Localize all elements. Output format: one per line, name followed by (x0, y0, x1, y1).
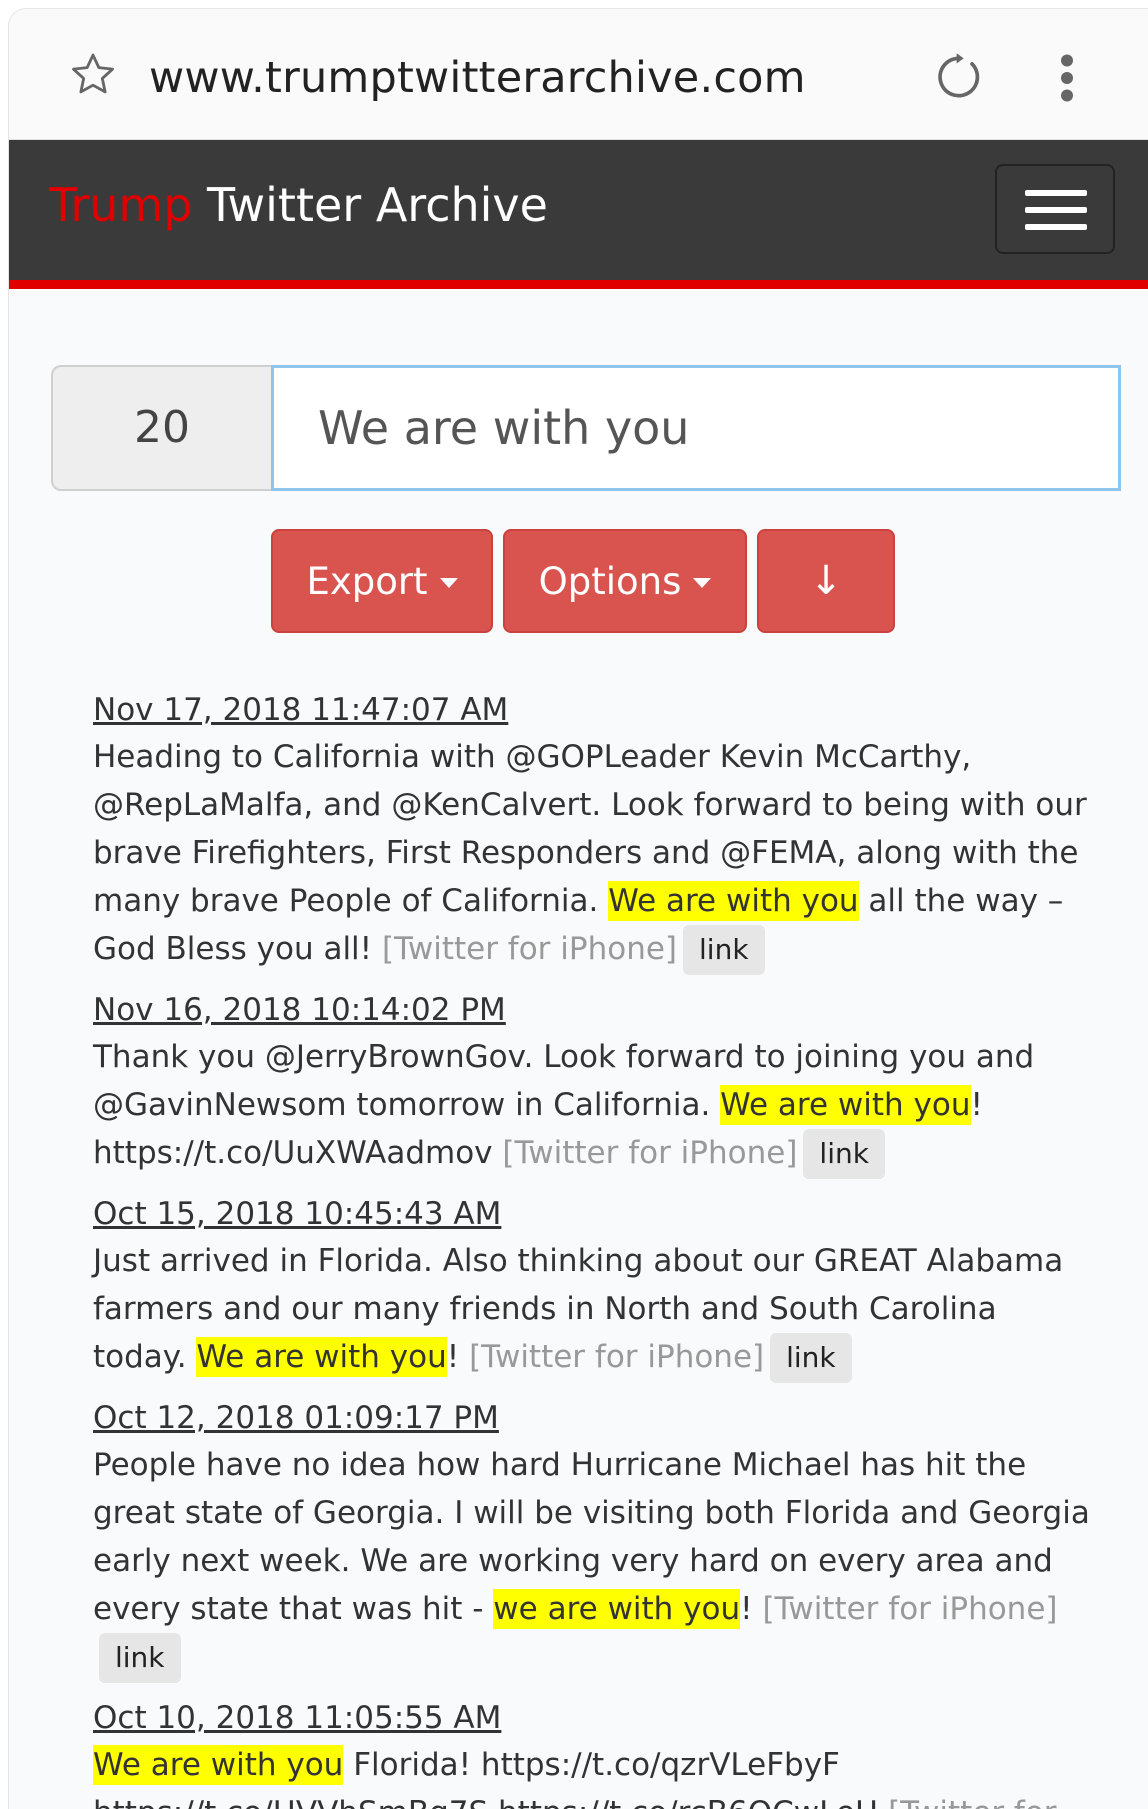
tweet-link-button[interactable]: link (99, 1633, 181, 1683)
tweet-source: [Twitter for iPhone] (381, 931, 678, 967)
caret-down-icon (693, 578, 712, 588)
site-navbar: Trump Twitter Archive (9, 140, 1148, 289)
tweet-text-after: ! (446, 1339, 470, 1375)
hamburger-icon[interactable] (995, 164, 1115, 254)
sort-button[interactable]: ↓ (757, 529, 895, 633)
search-row: 20 (51, 365, 1121, 491)
options-label: Options (538, 559, 682, 603)
tweet-date[interactable]: Oct 12, 2018 01:09:17 PM (93, 1395, 499, 1441)
tweet-text: Just arrived in Florida. Also thinking a… (93, 1237, 1093, 1383)
tweet-source: [Twitter for iPhone] (502, 1135, 798, 1171)
tweet-date[interactable]: Nov 17, 2018 11:47:07 AM (93, 687, 508, 733)
tweet-item: Nov 17, 2018 11:47:07 AM Heading to Cali… (93, 687, 1093, 975)
result-count: 20 (51, 365, 271, 491)
tweet-text: Heading to California with @GOPLeader Ke… (93, 733, 1093, 975)
tweet-date[interactable]: Nov 16, 2018 10:14:02 PM (93, 987, 506, 1033)
search-input[interactable] (271, 365, 1121, 491)
star-icon[interactable] (67, 49, 119, 101)
tweet-highlight: We are with you (720, 1085, 971, 1125)
caret-down-icon (439, 578, 458, 588)
tweet-source: [Twitter for iPhone] (469, 1339, 765, 1375)
tweet-link-button[interactable]: link (770, 1333, 852, 1383)
export-button[interactable]: Export (271, 529, 493, 633)
tweet-text: Thank you @JerryBrownGov. Look forward t… (93, 1033, 1093, 1179)
tweet-highlight: We are with you (196, 1337, 447, 1377)
tweet-date[interactable]: Oct 15, 2018 10:45:43 AM (93, 1191, 501, 1237)
tweet-highlight: we are with you (493, 1589, 741, 1629)
tweet-source: [Twitter for (888, 1795, 1056, 1809)
tweet-item: Oct 12, 2018 01:09:17 PM People have no … (93, 1395, 1093, 1683)
more-vert-icon[interactable] (1057, 53, 1077, 103)
phone-screen: www.trumptwitterarchive.com Trump Twitte… (8, 8, 1148, 1809)
export-label: Export (306, 559, 428, 603)
tweet-item: Oct 10, 2018 11:05:55 AM We are with you… (93, 1695, 1093, 1809)
tweet-text: People have no idea how hard Hurricane M… (93, 1441, 1093, 1683)
tweet-item: Nov 16, 2018 10:14:02 PM Thank you @Jerr… (93, 987, 1093, 1179)
reload-icon[interactable] (931, 49, 987, 105)
tweet-link-button[interactable]: link (683, 925, 765, 975)
url-text[interactable]: www.trumptwitterarchive.com (149, 53, 806, 103)
options-button[interactable]: Options (503, 529, 747, 633)
brand-name: Twitter Archive (192, 178, 548, 232)
tweet-highlight: We are with you (608, 881, 859, 921)
tweet-text: We are with you Florida! https://t.co/qz… (93, 1741, 1093, 1809)
browser-address-bar: www.trumptwitterarchive.com (9, 9, 1148, 140)
tweet-highlight: We are with you (93, 1745, 344, 1785)
tweet-item: Oct 15, 2018 10:45:43 AM Just arrived in… (93, 1191, 1093, 1383)
tweet-link-button[interactable]: link (803, 1129, 885, 1179)
arrow-down-icon: ↓ (809, 558, 843, 604)
tweet-source: [Twitter for iPhone] (762, 1591, 1058, 1627)
tweet-list: Nov 17, 2018 11:47:07 AM Heading to Cali… (93, 687, 1093, 1809)
tweet-text-after: ! (740, 1591, 763, 1627)
site-brand[interactable]: Trump Twitter Archive (49, 178, 548, 232)
tweet-date[interactable]: Oct 10, 2018 11:05:55 AM (93, 1695, 501, 1741)
brand-accent: Trump (49, 178, 193, 232)
